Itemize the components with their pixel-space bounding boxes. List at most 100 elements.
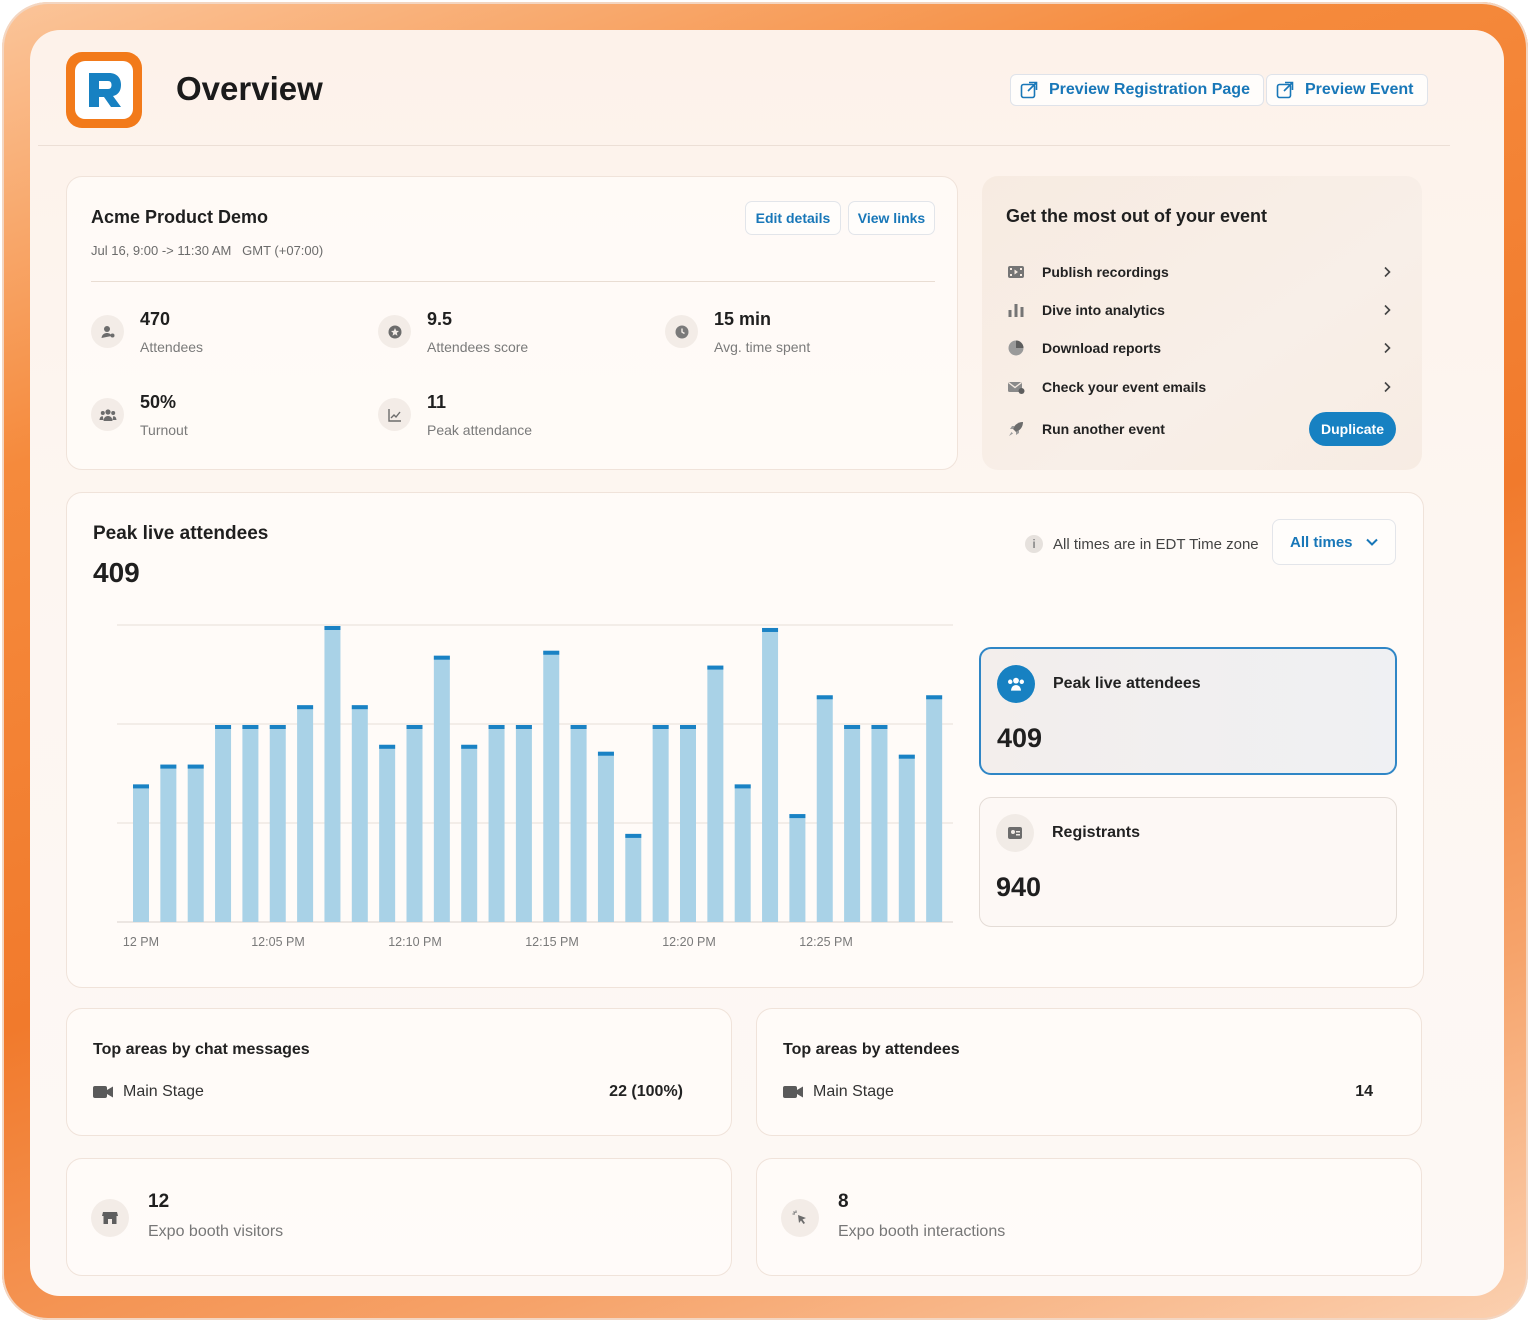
trend-icon: [378, 398, 411, 431]
chart-bar-cap: [570, 724, 587, 729]
stat-label: Attendees: [140, 339, 204, 355]
tip-label: Run another event: [1042, 421, 1165, 437]
tip-label: Check your event emails: [1042, 379, 1207, 395]
stat-label: Peak attendance: [427, 422, 533, 438]
stat-label: Avg. time spent: [714, 339, 811, 355]
event-date: Jul 16, 9:00 -> 11:30 AM GMT (+07:00): [91, 243, 324, 258]
booth-visitors-value: 12: [148, 1191, 170, 1212]
logo-r-icon: [89, 73, 121, 107]
group-icon: [91, 398, 124, 431]
header-divider: [38, 145, 1450, 146]
area-title: Top areas by chat messages: [93, 1041, 310, 1058]
preview-event-label: Preview Event: [1305, 81, 1414, 98]
top-areas-attendees-card: Top areas by attendees Main Stage 14: [756, 1008, 1422, 1136]
chart-bar: [816, 695, 833, 922]
chart-bar: [160, 764, 177, 922]
device-frame: Overview Preview Registration Page Previ…: [2, 2, 1528, 1320]
pie-chart-icon: [1006, 338, 1026, 358]
duplicate-button[interactable]: Duplicate: [1308, 412, 1396, 446]
chart-bar-cap: [160, 764, 177, 769]
tip-publish-recordings[interactable]: Publish recordings: [1006, 260, 1396, 284]
chart-bar: [898, 754, 915, 922]
chart-bar: [187, 764, 204, 922]
kpi-registrants[interactable]: Registrants 940: [979, 797, 1397, 927]
chart-bar-cap: [133, 784, 149, 789]
chart-bar-cap: [926, 695, 943, 700]
chevron-right-icon: [1378, 378, 1396, 396]
chart-bar-cap: [707, 665, 724, 670]
preview-registration-button[interactable]: Preview Registration Page: [1010, 74, 1264, 106]
chart-bar-cap: [461, 744, 478, 749]
chart-bar-cap: [242, 724, 259, 729]
tip-download-reports[interactable]: Download reports: [1006, 336, 1396, 360]
chart-bar-cap: [871, 724, 888, 729]
chart-bar-cap: [406, 724, 423, 729]
time-range-select[interactable]: All times: [1272, 519, 1396, 565]
preview-registration-label: Preview Registration Page: [1049, 81, 1250, 98]
x-tick-label: 12:15 PM: [525, 935, 579, 949]
area-value: 14: [1355, 1083, 1373, 1100]
chart-bar-cap: [269, 724, 286, 729]
page-title: Overview: [176, 70, 323, 107]
stat-turnout: 50% Turnout: [91, 392, 188, 438]
kpi-peak-live-attendees[interactable]: Peak live attendees 409: [979, 647, 1397, 775]
chart-bar: [680, 724, 696, 922]
chart-bar: [406, 724, 423, 922]
tip-dive-into-analytics[interactable]: Dive into analytics: [1006, 298, 1396, 322]
chart-bar: [488, 724, 505, 922]
chart-bar-cap: [488, 724, 505, 729]
chart-bar: [543, 650, 560, 922]
booth-interactions-value: 8: [838, 1191, 849, 1212]
stat-attendees-score: 9.5 Attendees score: [378, 309, 528, 355]
x-tick-label: 12:25 PM: [799, 935, 853, 949]
storefront-icon: [91, 1199, 129, 1237]
chart-bar: [652, 724, 669, 922]
stat-value: 15 min: [714, 309, 772, 329]
chart-bar: [570, 724, 587, 922]
stat-value: 11: [427, 392, 447, 412]
chart-bar-cap: [515, 724, 532, 729]
chart-bar-cap: [297, 705, 314, 710]
event-name: Acme Product Demo: [91, 207, 269, 227]
chart-bar: [871, 724, 888, 922]
chart-bar-cap: [734, 784, 751, 789]
booth-visitors-label: Expo booth visitors: [148, 1223, 284, 1240]
x-tick-label: 12:20 PM: [662, 935, 716, 949]
view-links-button[interactable]: View links: [848, 201, 935, 235]
chart-bar-cap: [379, 744, 396, 749]
external-link-icon: [1276, 81, 1294, 99]
event-summary-card: Acme Product Demo Jul 16, 9:00 -> 11:30 …: [66, 176, 958, 470]
preview-event-button[interactable]: Preview Event: [1266, 74, 1428, 106]
tips-card: Get the most out of your event Publish r…: [982, 176, 1422, 470]
video-camera-icon: [783, 1086, 803, 1098]
area-value: 22 (100%): [609, 1083, 683, 1100]
timezone-text: All times are in EDT Time zone: [1053, 535, 1259, 553]
chart-bar: [133, 784, 149, 922]
tip-check-event-emails[interactable]: Check your event emails: [1006, 375, 1396, 399]
chart-bar-cap: [215, 724, 232, 729]
info-icon: i: [1025, 535, 1043, 553]
area-row: Main Stage 14: [783, 1083, 1373, 1101]
id-card-icon: [996, 814, 1034, 852]
chart-bar-cap: [898, 754, 915, 759]
chart-bar-cap: [351, 705, 368, 710]
group-icon: [997, 665, 1035, 703]
tip-label: Publish recordings: [1042, 264, 1169, 280]
chart-bar-cap: [324, 625, 341, 630]
chart-bar: [242, 724, 259, 922]
chart-bar-cap: [543, 650, 560, 655]
chart-bar: [789, 814, 806, 922]
peak-attendees-card: Peak live attendees 409 i All times are …: [66, 492, 1424, 988]
chart-bar: [324, 625, 341, 922]
kpi-label: Registrants: [1052, 824, 1141, 841]
tip-label: Download reports: [1042, 340, 1162, 356]
external-link-icon: [1020, 81, 1038, 99]
chart-bar: [433, 655, 450, 922]
chevron-right-icon: [1378, 339, 1396, 357]
x-tick-label: 12 PM: [123, 935, 159, 949]
edit-details-button[interactable]: Edit details: [745, 201, 841, 235]
stat-value: 470: [140, 309, 171, 329]
tips-title: Get the most out of your event: [1006, 206, 1268, 226]
expo-booth-interactions-card: 8 Expo booth interactions: [756, 1158, 1422, 1276]
chart-bar-cap: [652, 724, 669, 729]
